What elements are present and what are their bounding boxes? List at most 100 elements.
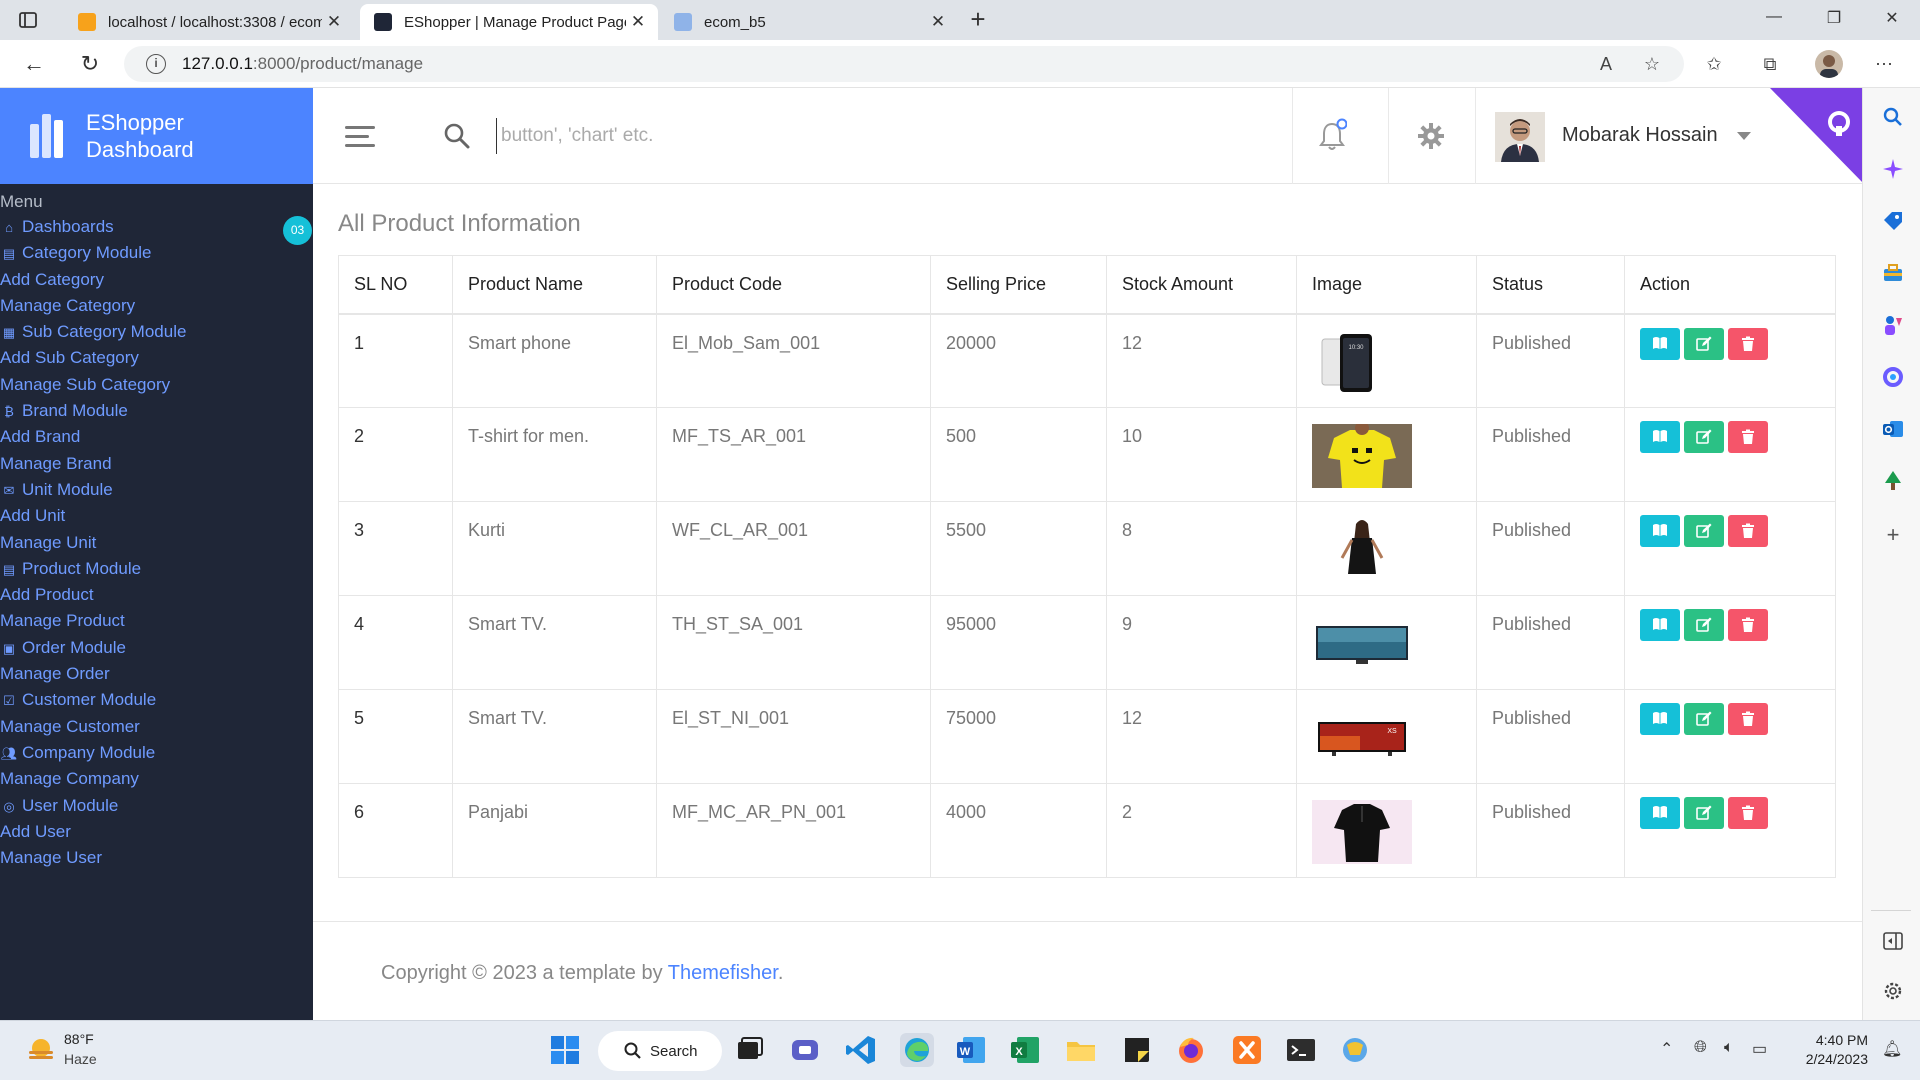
sidebar-item-sub-category-module[interactable]: ▦ Sub Category Module <box>0 319 313 345</box>
windows-start-icon[interactable] <box>548 1033 582 1067</box>
outlook-icon[interactable] <box>1882 418 1904 440</box>
sidebar-item-manage-unit[interactable]: Manage Unit <box>0 530 313 556</box>
brand[interactable]: EShopper Dashboard <box>0 88 313 184</box>
close-tab-icon[interactable]: ✕ <box>626 12 650 32</box>
close-tab-icon[interactable]: ✕ <box>322 12 346 32</box>
sidebar-item-manage-sub-category[interactable]: Manage Sub Category <box>0 372 313 398</box>
browser-tab-eshopper[interactable]: EShopper | Manage Product Page ✕ <box>360 4 658 40</box>
sidebar-item-unit-module[interactable]: ✉ Unit Module <box>0 477 313 503</box>
task-view-icon[interactable] <box>732 1033 766 1067</box>
sidebar-item-product-module[interactable]: ▤ Product Module <box>0 556 313 582</box>
games-icon[interactable] <box>1882 314 1904 336</box>
user-avatar[interactable] <box>1495 112 1545 162</box>
user-name[interactable]: Mobarak Hossain <box>1562 124 1718 147</box>
settings-gear-icon[interactable] <box>1417 122 1445 150</box>
globe-network-icon[interactable]: 🌐︎ <box>1694 1039 1707 1057</box>
settings-icon[interactable] <box>1882 980 1904 1002</box>
close-window-icon[interactable]: ✕ <box>1872 8 1912 32</box>
sidebar-item-brand-module[interactable]: ₿ Brand Module <box>0 398 313 424</box>
file-explorer-icon[interactable] <box>1064 1033 1098 1067</box>
sidebar-item-manage-company[interactable]: Manage Company <box>0 766 313 792</box>
view-button[interactable] <box>1640 421 1680 453</box>
minimize-icon[interactable]: — <box>1754 8 1794 32</box>
search-icon[interactable] <box>1882 106 1904 128</box>
edit-button[interactable] <box>1684 327 1724 360</box>
delete-button[interactable] <box>1728 515 1768 547</box>
view-button[interactable] <box>1640 797 1680 829</box>
new-tab-button[interactable]: + <box>964 6 992 34</box>
delete-button[interactable] <box>1728 421 1768 453</box>
firefox-icon[interactable] <box>1174 1033 1208 1067</box>
copilot-icon[interactable] <box>1882 158 1904 180</box>
browser-tab-ecom[interactable]: ecom_b5 ✕ <box>660 4 958 40</box>
notifications-icon[interactable]: 🔔︎ <box>1882 1039 1902 1059</box>
edit-button[interactable] <box>1684 609 1724 641</box>
sticky-notes-icon[interactable] <box>1120 1033 1154 1067</box>
sidebar-item-user-module[interactable]: ◎ User Module <box>0 793 313 819</box>
sidebar-item-manage-brand[interactable]: Manage Brand <box>0 451 313 477</box>
sidebar-item-order-module[interactable]: ▣ Order Module <box>0 635 313 661</box>
delete-button[interactable] <box>1728 797 1768 829</box>
sidebar-item-customer-module[interactable]: ☑ Customer Module <box>0 687 313 713</box>
refresh-icon[interactable]: ↻ <box>76 50 104 78</box>
add-favorite-icon[interactable]: ☆ <box>1640 52 1664 76</box>
sidebar-item-add-brand[interactable]: Add Brand <box>0 424 313 450</box>
favorites-icon[interactable]: ✩ <box>1702 52 1726 76</box>
edge-browser-icon[interactable] <box>900 1033 934 1067</box>
browser-tab-phpmyadmin[interactable]: localhost / localhost:3308 / ecom ✕ <box>64 4 354 40</box>
battery-icon[interactable]: ▭ <box>1752 1039 1767 1059</box>
teams-chat-icon[interactable] <box>788 1033 822 1067</box>
sidebar-item-dashboards[interactable]: ⌂ Dashboards 03 <box>0 214 313 245</box>
taskbar-search[interactable]: Search <box>598 1031 722 1071</box>
sidebar-item-manage-product[interactable]: Manage Product <box>0 608 313 634</box>
edit-button[interactable] <box>1684 703 1724 735</box>
site-info-icon[interactable]: i <box>146 54 166 74</box>
edit-button[interactable] <box>1684 421 1724 453</box>
delete-button[interactable] <box>1728 327 1768 360</box>
clock[interactable]: 4:40 PM 2/24/2023 <box>1796 1031 1868 1069</box>
sidebar-item-add-sub-category[interactable]: Add Sub Category <box>0 345 313 371</box>
tab-actions-icon[interactable] <box>16 8 40 32</box>
sidebar-item-category-module[interactable]: ▤ Category Module <box>0 240 313 266</box>
office-icon[interactable] <box>1882 366 1904 388</box>
edit-button[interactable] <box>1684 515 1724 547</box>
show-hidden-icons-chevron[interactable]: ⌃ <box>1660 1039 1673 1059</box>
search-input[interactable] <box>496 118 1096 154</box>
tools-icon[interactable] <box>1882 262 1904 284</box>
sidebar-item-manage-customer[interactable]: Manage Customer <box>0 714 313 740</box>
delete-button[interactable] <box>1728 703 1768 735</box>
close-tab-icon[interactable]: ✕ <box>926 12 950 32</box>
shopping-tag-icon[interactable] <box>1882 210 1904 232</box>
add-icon[interactable]: + <box>1882 524 1904 546</box>
url-field[interactable]: i 127.0.0.1:8000/product/manage <box>124 46 1684 82</box>
vscode-icon[interactable] <box>844 1033 878 1067</box>
more-menu-icon[interactable]: ⋯ <box>1872 52 1896 76</box>
xampp-icon[interactable] <box>1230 1033 1264 1067</box>
sidebar-item-manage-order[interactable]: Manage Order <box>0 661 313 687</box>
back-icon[interactable]: ← <box>20 50 48 78</box>
maximize-icon[interactable]: ❐ <box>1814 8 1854 32</box>
sidebar-item-add-product[interactable]: Add Product <box>0 582 313 608</box>
sidebar-item-manage-user[interactable]: Manage User <box>0 845 313 871</box>
word-icon[interactable]: W <box>954 1033 988 1067</box>
hide-sidebar-icon[interactable] <box>1882 930 1904 952</box>
chevron-down-icon[interactable] <box>1737 132 1751 140</box>
network-app-icon[interactable] <box>1338 1033 1372 1067</box>
delete-button[interactable] <box>1728 609 1768 641</box>
edit-button[interactable] <box>1684 797 1724 829</box>
github-corner-icon[interactable] <box>1770 88 1864 184</box>
sidebar-item-manage-category[interactable]: Manage Category <box>0 293 313 319</box>
volume-icon[interactable]: 🔈︎ <box>1724 1039 1734 1057</box>
terminal-icon[interactable] <box>1284 1033 1318 1067</box>
tree-icon[interactable] <box>1882 470 1904 492</box>
sidebar-item-company-module[interactable]: 👥︎ Company Module <box>0 740 313 766</box>
themefisher-link[interactable]: Themefisher <box>668 962 778 984</box>
view-button[interactable] <box>1640 609 1680 641</box>
view-button[interactable] <box>1640 515 1680 547</box>
sidebar-item-add-user[interactable]: Add User <box>0 819 313 845</box>
profile-avatar[interactable] <box>1815 50 1843 78</box>
weather-haze-icon[interactable] <box>26 1035 56 1065</box>
hamburger-menu-icon[interactable] <box>345 126 375 148</box>
view-button[interactable] <box>1640 327 1680 360</box>
sidebar-item-add-category[interactable]: Add Category <box>0 267 313 293</box>
